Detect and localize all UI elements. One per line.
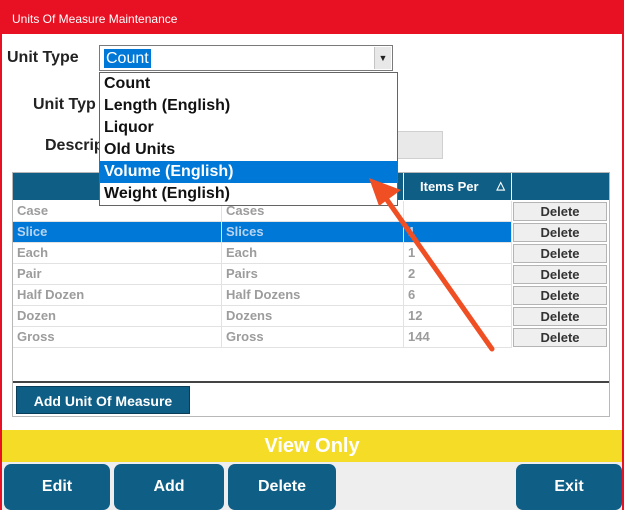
delete-button[interactable]: Delete — [228, 464, 336, 510]
delete-row-button[interactable]: Delete — [513, 244, 607, 263]
unit-type-value: Count — [104, 49, 151, 68]
title-bar: Units Of Measure Maintenance — [2, 2, 622, 34]
view-only-banner: View Only — [2, 430, 622, 462]
dropdown-option[interactable]: Weight (English) — [100, 183, 397, 205]
add-unit-of-measure-button[interactable]: Add Unit Of Measure — [16, 386, 190, 414]
dropdown-option[interactable]: Length (English) — [100, 95, 397, 117]
uom-window: Units Of Measure Maintenance Unit Type C… — [0, 0, 624, 510]
delete-row-button[interactable]: Delete — [513, 286, 607, 305]
table-row[interactable]: Half Dozen Half Dozens 6 Delete — [13, 285, 609, 306]
delete-row-button[interactable]: Delete — [513, 328, 607, 347]
description-label: Descrip — [45, 137, 104, 154]
grid-divider — [13, 381, 609, 383]
dropdown-option[interactable]: Count — [100, 73, 397, 95]
dropdown-option[interactable]: Liquor — [100, 117, 397, 139]
sort-ascending-icon: △ — [496, 180, 505, 192]
dropdown-option-highlighted[interactable]: Volume (English) — [100, 161, 397, 183]
exit-button[interactable]: Exit — [516, 464, 622, 510]
column-header-action — [512, 173, 609, 200]
unit-type-dropdown[interactable]: Count Length (English) Liquor Old Units … — [99, 72, 398, 206]
table-row[interactable]: Gross Gross 144 Delete — [13, 327, 609, 348]
delete-row-button[interactable]: Delete — [513, 202, 607, 221]
table-row-selected[interactable]: Slice Slices 1 Delete — [13, 222, 609, 243]
action-bar: Edit Add Delete Exit — [2, 462, 622, 510]
edit-button[interactable]: Edit — [4, 464, 110, 510]
table-row[interactable]: Pair Pairs 2 Delete — [13, 264, 609, 285]
chevron-down-icon[interactable]: ▼ — [374, 47, 391, 69]
window-title: Units Of Measure Maintenance — [12, 12, 178, 26]
uom-grid: De Items Per △ Case Cases Delete Slice S… — [12, 172, 610, 417]
unit-type-field-label: Unit Typ — [33, 96, 96, 113]
dropdown-option[interactable]: Old Units — [100, 139, 397, 161]
column-header-items-per[interactable]: Items Per △ — [404, 173, 512, 200]
description-field[interactable] — [397, 131, 443, 159]
unit-type-label: Unit Type — [7, 49, 79, 66]
table-row[interactable]: Each Each 1 Delete — [13, 243, 609, 264]
delete-row-button[interactable]: Delete — [513, 265, 607, 284]
table-row[interactable]: Dozen Dozens 12 Delete — [13, 306, 609, 327]
delete-row-button[interactable]: Delete — [513, 223, 607, 242]
unit-type-combo[interactable]: Count ▼ — [99, 45, 393, 71]
delete-row-button[interactable]: Delete — [513, 307, 607, 326]
add-button[interactable]: Add — [114, 464, 224, 510]
